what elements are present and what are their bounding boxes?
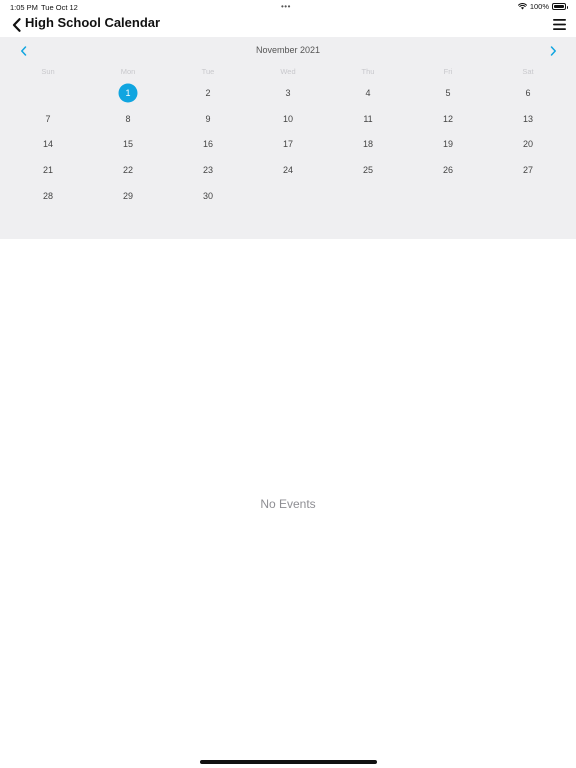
calendar-day-number: 24 [282, 165, 293, 176]
no-events-message: No Events [260, 497, 316, 511]
calendar-day[interactable]: 9 [168, 106, 248, 132]
calendar-day[interactable]: 27 [488, 157, 568, 183]
weekday-label: Tue [201, 67, 215, 76]
battery-icon [552, 3, 568, 10]
calendar-day-number: 5 [445, 87, 451, 98]
navigation-bar: High School Calendar [0, 13, 576, 37]
calendar-day-number: 17 [282, 139, 293, 150]
calendar-day[interactable]: 12 [408, 106, 488, 132]
weekday-label: Sun [41, 67, 55, 76]
calendar-day-number: 28 [42, 191, 53, 202]
chevron-right-icon [550, 46, 556, 56]
calendar-day[interactable]: 5 [408, 80, 488, 106]
calendar-day-number: 25 [362, 165, 373, 176]
calendar-day[interactable]: 14 [8, 132, 88, 158]
calendar-day[interactable]: 20 [488, 132, 568, 158]
calendar-day-number: 23 [202, 165, 213, 176]
calendar-day-number: 20 [522, 139, 533, 150]
calendar-day[interactable]: 19 [408, 132, 488, 158]
calendar-day-number: 26 [442, 165, 453, 176]
calendar-day[interactable]: 13 [488, 106, 568, 132]
calendar-day-selected[interactable]: 1 [88, 80, 168, 106]
calendar-day-number: 2 [205, 87, 211, 98]
menu-button[interactable] [552, 16, 566, 32]
calendar-day-number: 27 [522, 165, 533, 176]
calendar-day[interactable]: 16 [168, 132, 248, 158]
calendar-day-number: 15 [122, 139, 133, 150]
page-title: High School Calendar [25, 15, 161, 30]
calendar-day[interactable]: 24 [248, 157, 328, 183]
calendar-day-empty [8, 80, 88, 106]
calendar-day[interactable]: 8 [88, 106, 168, 132]
weekday-label: Fri [443, 67, 453, 76]
calendar-day-number: 13 [522, 113, 533, 124]
status-bar: 1:05 PM Tue Oct 12 ••• 100% [0, 0, 576, 14]
calendar-day-number: 19 [442, 139, 453, 150]
calendar-day-number: 4 [365, 87, 371, 98]
calendar-day[interactable]: 2 [168, 80, 248, 106]
calendar-day-number: 11 [363, 113, 373, 124]
calendar-day-number: 1 [125, 87, 131, 98]
home-indicator[interactable] [200, 760, 377, 764]
calendar-day-number: 7 [45, 113, 51, 124]
calendar-day[interactable]: 7 [8, 106, 88, 132]
calendar-day[interactable]: 10 [248, 106, 328, 132]
calendar-day-number: 14 [42, 139, 53, 150]
calendar-day-number: 8 [125, 113, 131, 124]
calendar-day[interactable]: 28 [8, 183, 88, 209]
calendar-day[interactable]: 18 [328, 132, 408, 158]
calendar-day-number: 6 [525, 87, 531, 98]
days-grid: 1 2 3 4 5 6 7 8 9 10 11 12 13 14 15 16 17 18 19 20 21 22 23 24 2… [8, 80, 568, 209]
weekday-label: Mon [120, 67, 136, 76]
status-date: Tue Oct 12 [41, 3, 78, 12]
weekday-label: Sat [522, 67, 534, 76]
calendar-day-number: 9 [205, 113, 211, 124]
calendar-day[interactable]: 22 [88, 157, 168, 183]
multitasking-dots[interactable]: ••• [281, 2, 291, 11]
calendar-day[interactable]: 15 [88, 132, 168, 158]
hamburger-menu-icon [552, 18, 566, 30]
calendar-day-empty [328, 183, 408, 209]
calendar-day[interactable]: 17 [248, 132, 328, 158]
status-indicators: 100% [517, 2, 568, 11]
calendar-day-number: 22 [122, 165, 133, 176]
calendar-day[interactable]: 4 [328, 80, 408, 106]
back-button[interactable] [8, 16, 24, 34]
calendar-day-number: 3 [285, 87, 291, 98]
calendar-day[interactable]: 30 [168, 183, 248, 209]
calendar-day-number: 10 [282, 113, 293, 124]
month-label: November 2021 [255, 45, 321, 55]
events-list: No Events [0, 239, 576, 759]
calendar-day-empty [248, 183, 328, 209]
calendar-day[interactable]: 26 [408, 157, 488, 183]
chevron-left-icon [12, 18, 21, 32]
calendar-day-number: 12 [442, 113, 453, 124]
status-time: 1:05 PM [10, 3, 38, 12]
calendar-day-number: 30 [202, 191, 213, 202]
calendar-day-number: 29 [122, 191, 133, 202]
calendar-day-empty [408, 183, 488, 209]
calendar-day[interactable]: 3 [248, 80, 328, 106]
wifi-icon [517, 3, 527, 10]
next-month-button[interactable] [546, 44, 560, 58]
calendar-day[interactable]: 11 [328, 106, 408, 132]
calendar-day[interactable]: 25 [328, 157, 408, 183]
calendar-day-number: 21 [42, 165, 53, 176]
calendar-day[interactable]: 29 [88, 183, 168, 209]
weekday-header-row: Sun Mon Tue Wed Thu Fri Sat [8, 66, 568, 78]
month-calendar: November 2021 Sun Mon Tue Wed Thu Fri Sa… [0, 37, 576, 239]
calendar-day[interactable]: 23 [168, 157, 248, 183]
battery-percentage: 100% [529, 2, 549, 11]
calendar-day-empty [488, 183, 568, 209]
calendar-day-number: 16 [202, 139, 213, 150]
weekday-label: Wed [280, 67, 296, 76]
calendar-day[interactable]: 21 [8, 157, 88, 183]
calendar-day-number: 18 [362, 139, 373, 150]
calendar-header: November 2021 [0, 37, 576, 63]
weekday-label: Thu [361, 67, 375, 76]
calendar-day[interactable]: 6 [488, 80, 568, 106]
